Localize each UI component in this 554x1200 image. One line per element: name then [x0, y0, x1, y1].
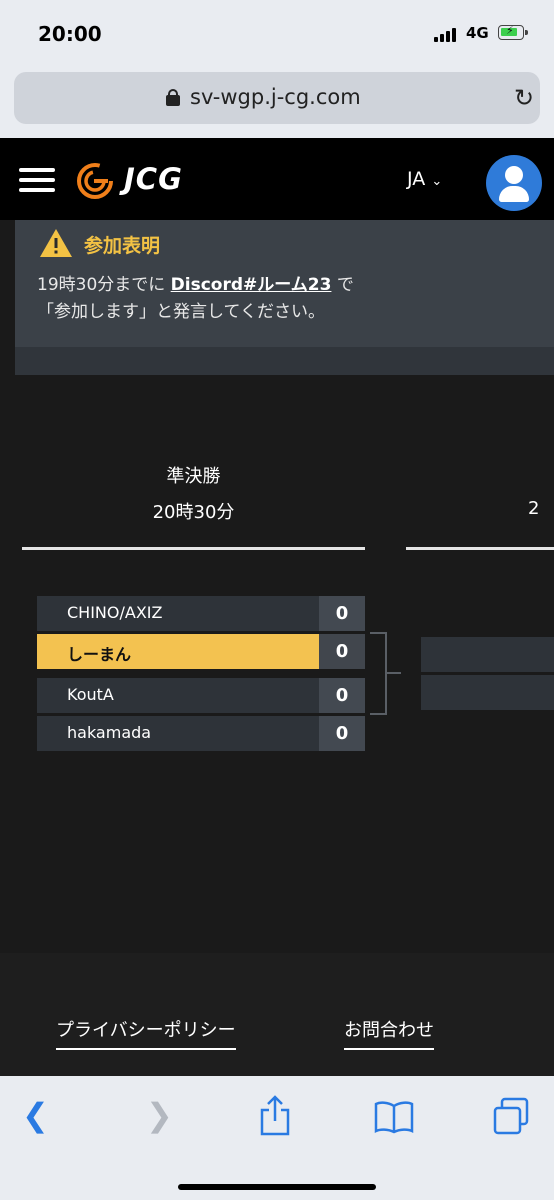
- privacy-policy-link[interactable]: プライバシーポリシー: [56, 1016, 236, 1050]
- entry-notice: 参加表明 19時30分までに Discord#ルーム23 で 「参加します」と発…: [15, 220, 554, 347]
- bracket-player[interactable]: hakamada 0: [37, 716, 365, 751]
- player-score: 0: [319, 678, 365, 713]
- app-header: JCG JA ⌄: [0, 138, 554, 220]
- notice-text-prefix: 19時30分までに: [37, 275, 166, 295]
- browser-url-area: sv-wgp.j-cg.com ↻: [0, 68, 554, 138]
- bracket-player-highlighted[interactable]: しーまん 0: [37, 634, 365, 669]
- status-time: 20:00: [38, 22, 102, 46]
- user-avatar[interactable]: [486, 155, 542, 211]
- round-time: 20時30分: [152, 502, 235, 523]
- round-divider: [22, 547, 365, 550]
- player-name: hakamada: [67, 723, 152, 742]
- share-icon[interactable]: [258, 1094, 292, 1136]
- page-footer: プライバシーポリシー お問合わせ: [0, 953, 554, 1076]
- tabs-icon[interactable]: [492, 1096, 530, 1136]
- notice-title: 参加表明: [84, 235, 161, 257]
- player-score: 0: [319, 634, 365, 669]
- round-name: 準決勝: [166, 466, 221, 487]
- next-round-slot[interactable]: [421, 675, 554, 710]
- language-label: JA: [407, 168, 426, 190]
- player-score: 0: [319, 596, 365, 631]
- logo-text[interactable]: JCG: [124, 162, 183, 196]
- warning-icon: [40, 229, 72, 257]
- browser-toolbar: ❮ ❯: [0, 1076, 554, 1200]
- network-type: 4G: [466, 24, 489, 42]
- url-bar[interactable]: sv-wgp.j-cg.com ↻: [14, 72, 540, 124]
- logo-icon[interactable]: [76, 162, 114, 200]
- player-name: しーまん: [67, 645, 132, 664]
- contact-link[interactable]: お問合わせ: [344, 1016, 434, 1050]
- status-bar: 20:00 4G ⚡: [0, 0, 554, 68]
- forward-icon[interactable]: ❯: [146, 1096, 173, 1134]
- player-name: KoutA: [67, 685, 114, 704]
- battery-icon: ⚡: [498, 24, 528, 40]
- notice-footer: [15, 347, 554, 375]
- language-selector[interactable]: JA ⌄: [407, 168, 442, 190]
- bracket-player[interactable]: KoutA 0: [37, 678, 365, 713]
- player-score: 0: [319, 716, 365, 751]
- back-icon[interactable]: ❮: [22, 1096, 49, 1134]
- bracket-connector: [370, 632, 387, 715]
- notice-text-suffix: で: [336, 275, 354, 295]
- next-round-divider: [406, 547, 554, 550]
- bracket-connector-mid: [387, 672, 401, 674]
- next-round-slot[interactable]: [421, 637, 554, 672]
- notice-text-line2: 「参加します」と発言してください。: [37, 302, 325, 322]
- lock-icon: [166, 89, 180, 106]
- menu-icon[interactable]: [19, 168, 55, 192]
- bracket-player[interactable]: CHINO/AXIZ 0: [37, 596, 365, 631]
- next-round-time-partial: 2: [528, 498, 540, 519]
- notice-body: 19時30分までに Discord#ルーム23 で 「参加します」と発言してくだ…: [37, 272, 354, 326]
- player-name: CHINO/AXIZ: [67, 603, 163, 622]
- bookmarks-icon[interactable]: [374, 1100, 414, 1134]
- reload-icon[interactable]: ↻: [514, 84, 534, 112]
- home-indicator: [178, 1184, 376, 1190]
- discord-room-link[interactable]: Discord#ルーム23: [171, 275, 332, 295]
- url-text[interactable]: sv-wgp.j-cg.com: [190, 85, 361, 109]
- chevron-down-icon: ⌄: [431, 174, 443, 189]
- signal-icon: [434, 28, 460, 42]
